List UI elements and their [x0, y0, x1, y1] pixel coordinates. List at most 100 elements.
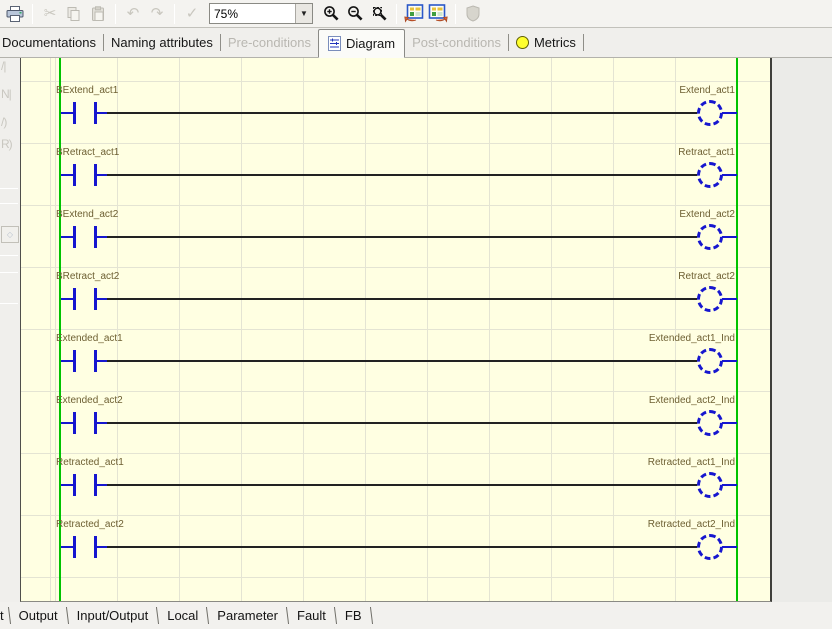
tab-diagram[interactable]: Diagram [317, 28, 406, 58]
contact-symbol[interactable] [73, 288, 76, 310]
toolbar-separator [115, 3, 116, 24]
zoom-fit-icon[interactable] [368, 3, 390, 25]
ladder-rung: Extended_act2 Extended_act2_Ind [21, 391, 770, 453]
coil-symbol[interactable] [697, 100, 723, 126]
contact-label[interactable]: Extended_act1 [56, 333, 123, 344]
wire-segment [61, 484, 73, 486]
tab-label: Parameter [217, 608, 278, 623]
contact-label[interactable]: BRetract_act1 [56, 147, 119, 158]
palette-separator [0, 303, 18, 304]
coil-label[interactable]: Retract_act2 [678, 271, 735, 282]
zoom-combo-dropdown-button[interactable]: ▼ [295, 4, 312, 23]
print-icon[interactable] [4, 3, 26, 25]
coil-symbol[interactable] [697, 224, 723, 250]
wire-segment [107, 174, 697, 176]
tab-pre-conditions: Pre-conditions [221, 28, 318, 57]
variable-tabstrip: t Output Input/Output Local Parameter Fa… [0, 602, 832, 629]
wire-segment [61, 112, 73, 114]
palette-separator [0, 188, 18, 189]
wire-segment [97, 236, 107, 238]
validate-icon [462, 3, 484, 25]
wire-segment [61, 174, 73, 176]
coil-label[interactable]: Extend_act2 [679, 209, 735, 220]
coil-symbol[interactable] [697, 472, 723, 498]
paste-icon [87, 3, 109, 25]
ladder-tool-palette: ◇ /| N| /) R) [0, 58, 20, 602]
tab-label: FB [344, 608, 362, 623]
wire-segment [97, 422, 107, 424]
contact-symbol[interactable] [73, 474, 76, 496]
wire-segment [107, 298, 697, 300]
tab-metrics[interactable]: Metrics [509, 28, 583, 57]
contact-label[interactable]: BExtend_act1 [56, 85, 118, 96]
metrics-circle-icon [515, 36, 529, 49]
confirm-icon: ✓ [185, 5, 199, 22]
tab-input-output[interactable]: Input/Output [68, 602, 158, 629]
coil-symbol[interactable] [697, 410, 723, 436]
copy-icon [63, 3, 85, 25]
coil-symbol[interactable] [697, 286, 723, 312]
palette-icon-fragment: /) [1, 115, 7, 129]
coil-label[interactable]: Retracted_act2_Ind [648, 519, 735, 530]
tab-label: t [0, 608, 4, 623]
zoom-in-icon[interactable] [320, 3, 342, 25]
zoom-level-input[interactable] [210, 6, 295, 21]
export-table-icon[interactable] [427, 3, 449, 25]
wire-segment [107, 546, 697, 548]
tab-label: Local [167, 608, 199, 623]
tab-documentations[interactable]: Documentations [0, 28, 103, 57]
undo-icon: ↶ [126, 5, 140, 22]
tab-local[interactable]: Local [158, 602, 207, 629]
zoom-out-icon[interactable] [344, 3, 366, 25]
palette-icon-fragment: /| [1, 59, 7, 73]
contact-label[interactable]: BRetract_act2 [56, 271, 119, 282]
wire-segment [97, 298, 107, 300]
tab-label: Input/Output [76, 608, 149, 623]
tab-post-conditions: Post-conditions [405, 28, 508, 57]
palette-button[interactable]: ◇ [1, 226, 19, 243]
main-toolbar: ✂ ↶ ↷ ✓ ▼ [0, 0, 832, 28]
contact-symbol[interactable] [73, 102, 76, 124]
ladder-rung: BExtend_act2 Extend_act2 [21, 205, 770, 267]
coil-label[interactable]: Retracted_act1_Ind [648, 457, 735, 468]
tab-label: Diagram [345, 35, 396, 51]
ladder-rung: BRetract_act2 Retract_act2 [21, 267, 770, 329]
contact-symbol[interactable] [73, 226, 76, 248]
contact-symbol[interactable] [73, 412, 76, 434]
ladder-rung: Retracted_act1 Retracted_act1_Ind [21, 453, 770, 515]
coil-label[interactable]: Extended_act1_Ind [649, 333, 735, 344]
contact-label[interactable]: Retracted_act1 [56, 457, 124, 468]
contact-symbol[interactable] [73, 350, 76, 372]
coil-symbol[interactable] [697, 162, 723, 188]
tab-fault[interactable]: Fault [288, 602, 335, 629]
tab-output[interactable]: Output [10, 602, 67, 629]
ladder-rung: BExtend_act1 Extend_act1 [21, 81, 770, 143]
tab-label: Pre-conditions [227, 35, 311, 50]
coil-label[interactable]: Extend_act1 [679, 85, 735, 96]
workspace-filler [772, 58, 832, 602]
tab-fb[interactable]: FB [336, 602, 371, 629]
coil-symbol[interactable] [697, 348, 723, 374]
wire-segment [61, 422, 73, 424]
ladder-canvas[interactable]: BExtend_act1 Extend_act1 BRetract_act1 R… [20, 58, 772, 602]
wire-segment [97, 174, 107, 176]
wire-segment [97, 112, 107, 114]
coil-label[interactable]: Retract_act1 [678, 147, 735, 158]
tab-naming-attributes[interactable]: Naming attributes [104, 28, 220, 57]
wire-segment [722, 546, 737, 548]
contact-symbol[interactable] [73, 164, 76, 186]
chevron-down-icon: ▼ [300, 9, 308, 18]
contact-symbol[interactable] [73, 536, 76, 558]
palette-icon-fragment: N| [1, 87, 12, 101]
contact-label[interactable]: BExtend_act2 [56, 209, 118, 220]
wire-segment [61, 360, 73, 362]
tab-label: Output [18, 608, 58, 623]
import-table-icon[interactable] [403, 3, 425, 25]
coil-label[interactable]: Extended_act2_Ind [649, 395, 735, 406]
diagram-icon [327, 35, 341, 51]
diagram-workspace: ◇ /| N| /) R) BExtend_act1 Extend_act1 BRet… [0, 58, 832, 602]
contact-label[interactable]: Extended_act2 [56, 395, 123, 406]
contact-label[interactable]: Retracted_act2 [56, 519, 124, 530]
tab-parameter[interactable]: Parameter [208, 602, 287, 629]
coil-symbol[interactable] [697, 534, 723, 560]
